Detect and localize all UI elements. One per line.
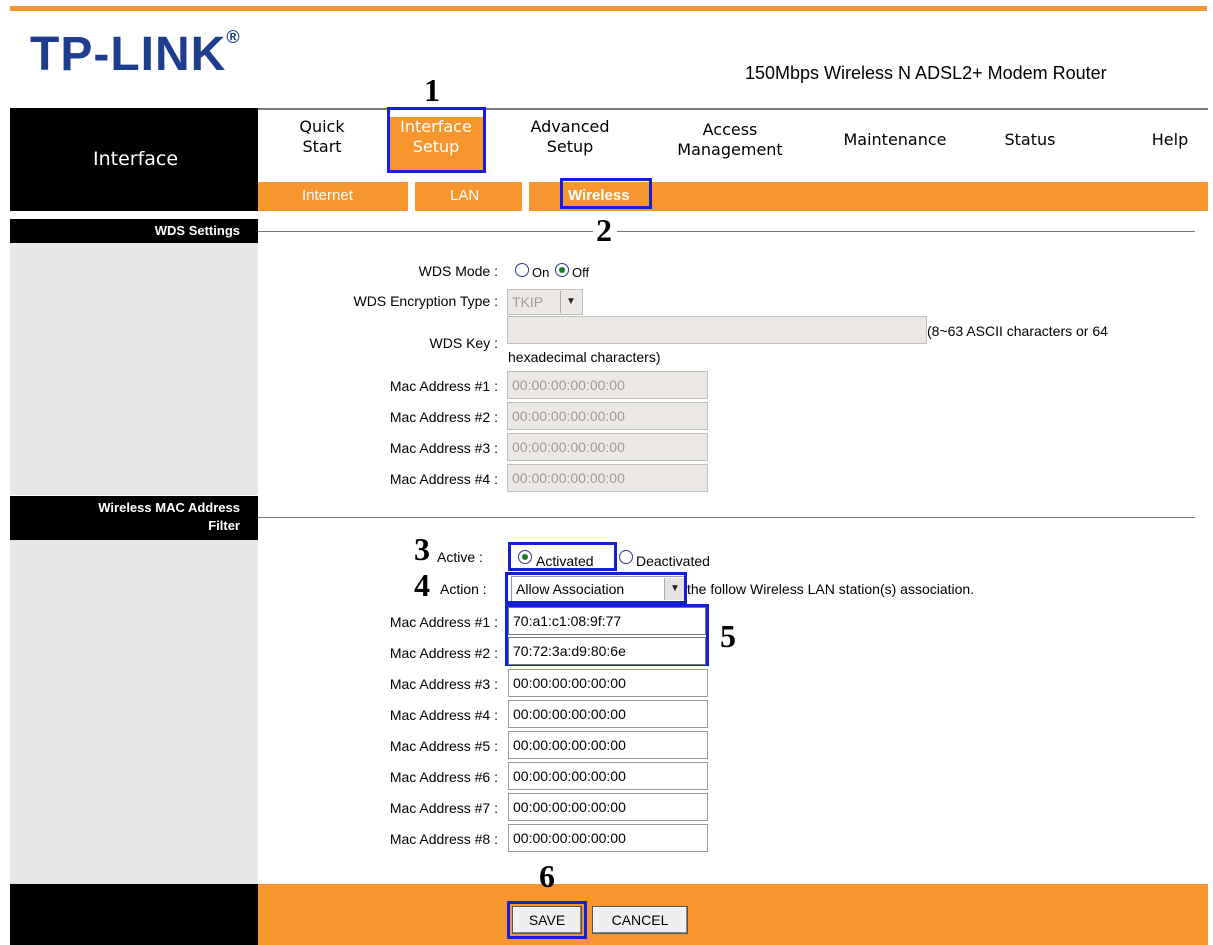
nav-section-label-box: Interface — [10, 108, 258, 211]
wds-mac-1-label: Mac Address #1 : — [389, 378, 498, 394]
annotation-box-wireless — [560, 178, 652, 209]
wds-mac-2-input[interactable]: 00:00:00:00:00:00 — [507, 402, 708, 430]
filter-mac-6-input[interactable]: 00:00:00:00:00:00 — [508, 762, 708, 790]
tab-advanced-setup[interactable]: Advanced Setup — [518, 117, 622, 157]
wds-mode-off-radio[interactable] — [555, 263, 569, 277]
wds-mac-3-input[interactable]: 00:00:00:00:00:00 — [507, 433, 708, 461]
cancel-button[interactable]: CANCEL — [592, 906, 688, 934]
footer-bar — [258, 884, 1208, 945]
tab-status[interactable]: Status — [990, 130, 1070, 150]
footer-left-box — [10, 884, 258, 945]
nav-section-label: Interface — [93, 148, 179, 170]
filter-mac-2-label: Mac Address #2 : — [389, 645, 498, 661]
annotation-number-4: 4 — [414, 567, 430, 603]
subtab-lan[interactable]: LAN — [450, 187, 479, 204]
tplink-logo: TP-LINK® — [30, 27, 241, 81]
filter-mac-2-input[interactable]: 70:72:3a:d9:80:6e — [508, 637, 706, 665]
wds-encryption-select[interactable]: TKIP ▼ — [507, 289, 583, 315]
action-label: Action : — [440, 581, 487, 597]
wds-mac-4-input[interactable]: 00:00:00:00:00:00 — [507, 464, 708, 492]
wds-mode-on-radio[interactable] — [515, 263, 529, 277]
annotation-number-2: 2 — [596, 212, 612, 248]
wds-mac-2-label: Mac Address #2 : — [389, 409, 498, 425]
mac-filter-section-rule — [258, 517, 1195, 518]
filter-mac-3-input[interactable]: 00:00:00:00:00:00 — [508, 669, 708, 697]
subnav-divider — [522, 182, 529, 211]
filter-mac-4-label: Mac Address #4 : — [389, 707, 498, 723]
filter-mac-1-label: Mac Address #1 : — [389, 614, 498, 630]
wds-mac-1-input[interactable]: 00:00:00:00:00:00 — [507, 371, 708, 399]
wds-mac-3-label: Mac Address #3 : — [389, 440, 498, 456]
filter-mac-7-label: Mac Address #7 : — [389, 800, 498, 816]
wds-mode-label: WDS Mode : — [418, 263, 498, 279]
wds-key-hint-2: hexadecimal characters) — [508, 349, 661, 365]
subnav-bar: Internet LAN Wireless — [258, 182, 1208, 211]
mac-filter-section-sidebar — [10, 540, 258, 884]
deactivated-label: Deactivated — [636, 553, 710, 569]
annotation-box-interface-setup — [387, 107, 486, 173]
wds-section-rule — [617, 231, 1195, 232]
wds-section-sidebar — [10, 243, 258, 495]
wds-section-rule — [258, 231, 593, 232]
filter-mac-6-label: Mac Address #6 : — [389, 769, 498, 785]
active-label: Active : — [437, 549, 483, 565]
wds-mac-4-label: Mac Address #4 : — [389, 471, 498, 487]
annotation-number-3: 3 — [414, 531, 430, 567]
wds-mode-off-label: Off — [572, 265, 590, 280]
annotation-box-action — [505, 572, 687, 604]
wds-key-hint: (8~63 ASCII characters or 64 — [927, 323, 1108, 339]
annotation-box-save — [507, 901, 587, 939]
tab-access-management[interactable]: Access Management — [665, 120, 795, 160]
filter-mac-1-input[interactable]: 70:a1:c1:08:9f:77 — [508, 607, 706, 635]
activated-label: Activated — [536, 553, 594, 569]
tab-maintenance[interactable]: Maintenance — [825, 130, 965, 150]
wds-key-label: WDS Key : — [429, 335, 498, 351]
filter-mac-5-input[interactable]: 00:00:00:00:00:00 — [508, 731, 708, 759]
filter-mac-8-label: Mac Address #8 : — [389, 831, 498, 847]
activated-radio[interactable] — [518, 550, 532, 564]
filter-mac-8-input[interactable]: 00:00:00:00:00:00 — [508, 824, 708, 852]
annotation-number-5: 5 — [720, 618, 736, 654]
tab-help[interactable]: Help — [1140, 130, 1200, 150]
wds-key-input[interactable] — [507, 316, 927, 344]
filter-mac-4-input[interactable]: 00:00:00:00:00:00 — [508, 700, 708, 728]
filter-mac-7-input[interactable]: 00:00:00:00:00:00 — [508, 793, 708, 821]
wds-encryption-label: WDS Encryption Type : — [353, 293, 498, 309]
chevron-down-icon: ▼ — [560, 291, 581, 313]
deactivated-radio[interactable] — [619, 550, 633, 564]
filter-mac-5-label: Mac Address #5 : — [389, 738, 498, 754]
filter-mac-3-label: Mac Address #3 : — [389, 676, 498, 692]
mac-filter-section-title: Wireless MAC Address Filter — [10, 496, 258, 540]
subnav-divider — [408, 182, 415, 211]
annotation-number-6: 6 — [539, 858, 555, 894]
model-name: 150Mbps Wireless N ADSL2+ Modem Router — [745, 63, 1107, 83]
annotation-number-1: 1 — [424, 72, 440, 108]
wds-section-title: WDS Settings — [10, 219, 258, 243]
tab-quick-start[interactable]: Quick Start — [287, 117, 357, 157]
action-hint: the follow Wireless LAN station(s) assoc… — [687, 581, 975, 597]
top-accent-bar — [10, 6, 1207, 11]
wds-mode-on-label: On — [532, 265, 550, 280]
subtab-internet[interactable]: Internet — [302, 187, 353, 204]
